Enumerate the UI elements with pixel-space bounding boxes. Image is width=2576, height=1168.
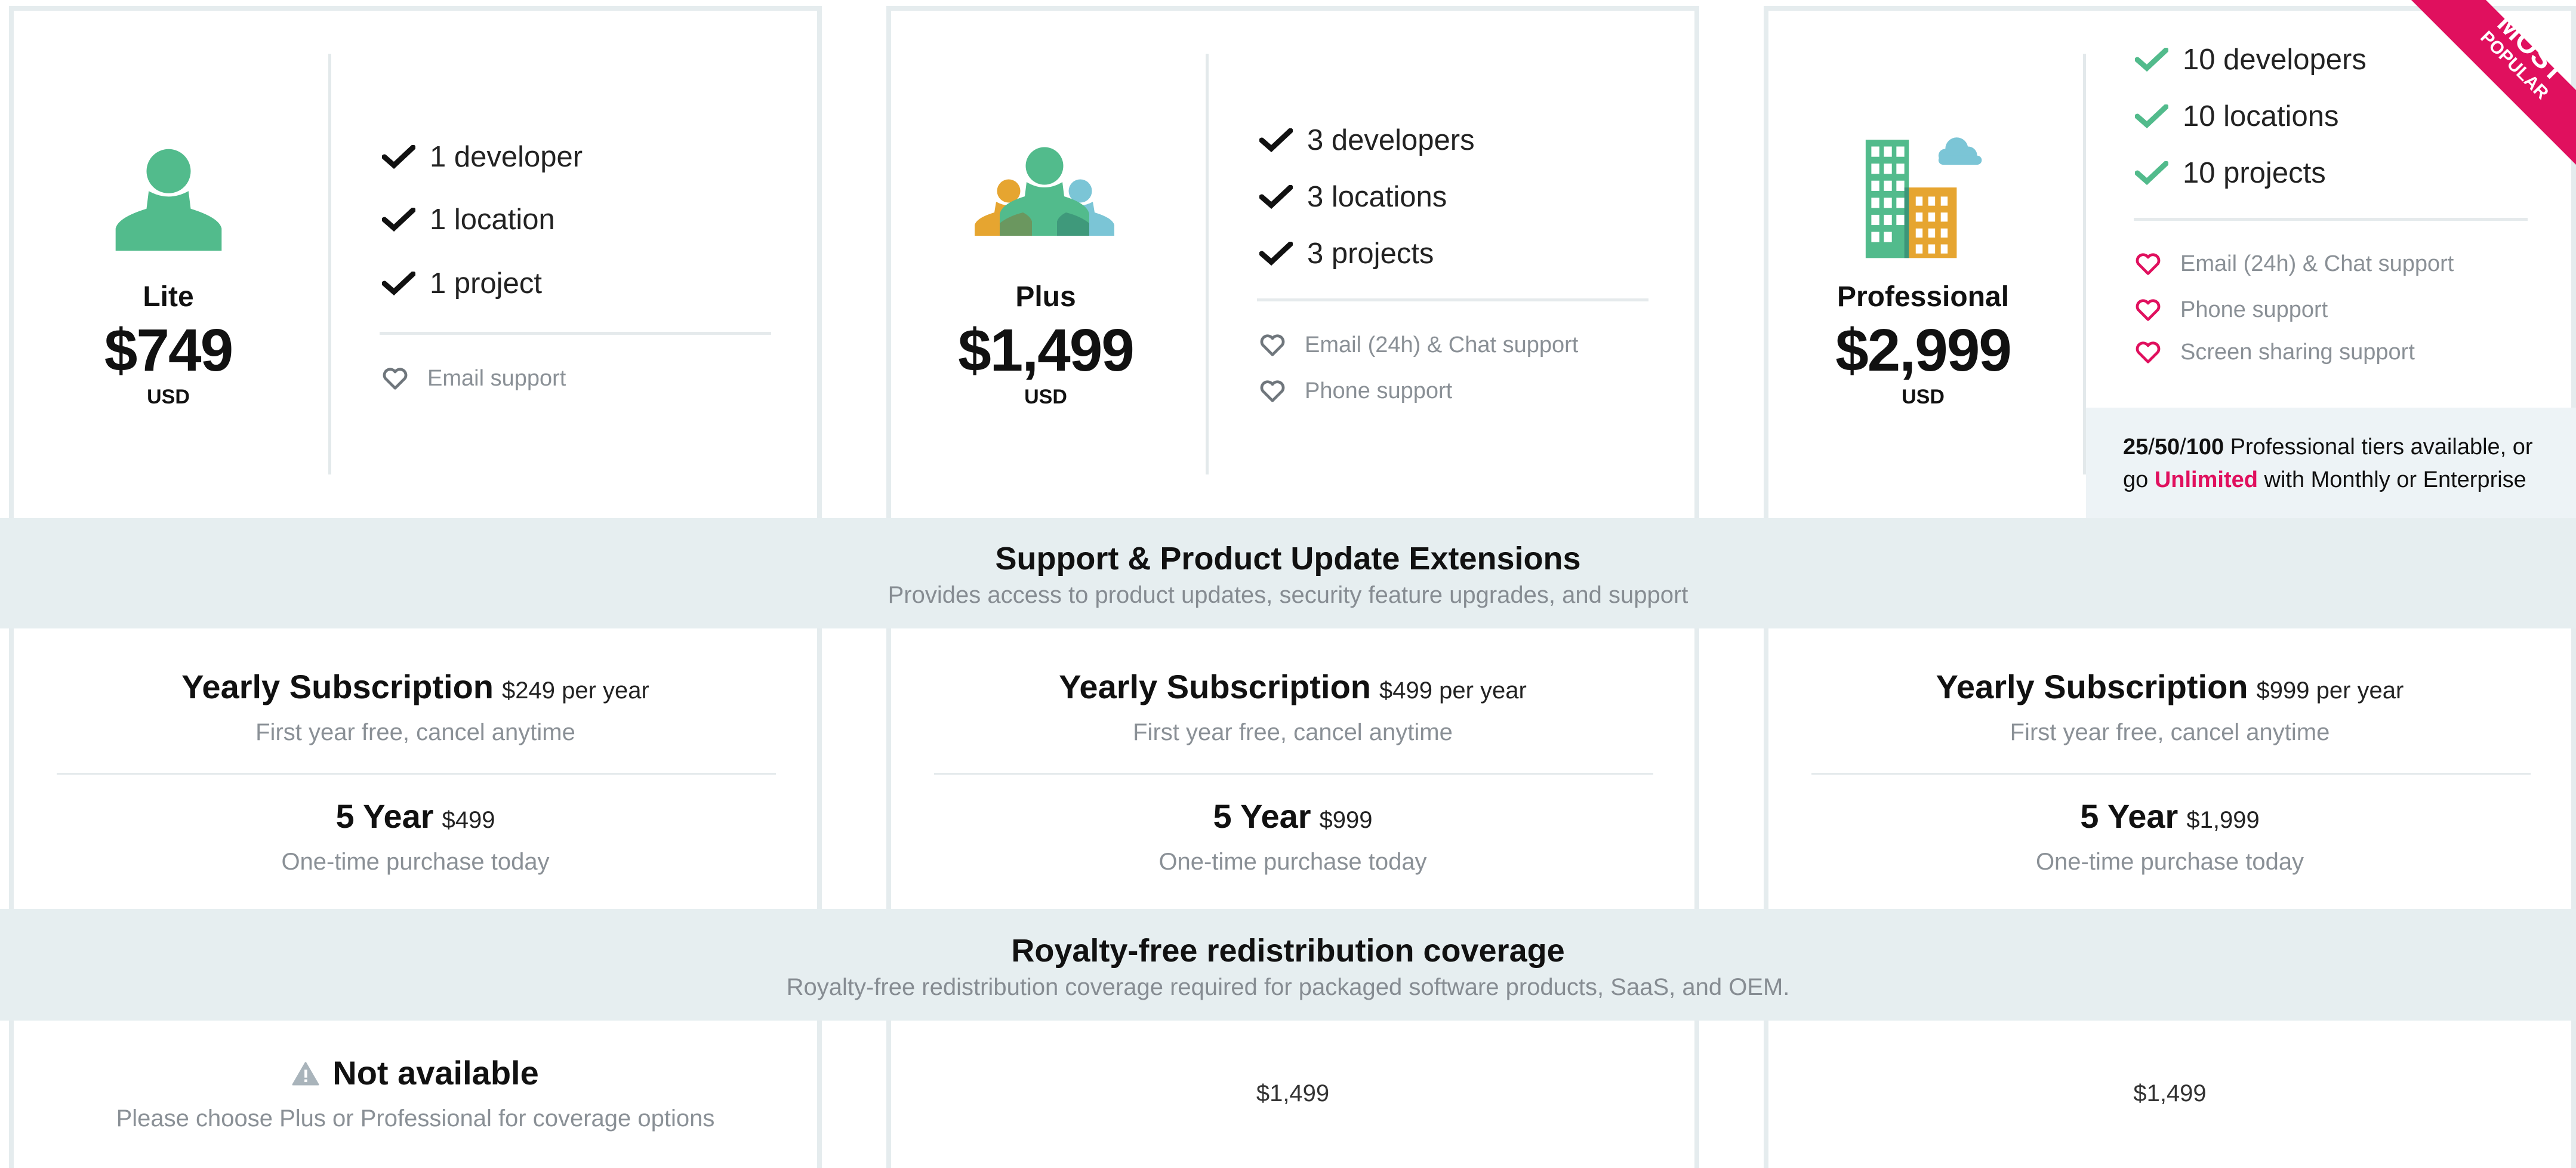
five-year-note: One-time purchase today (281, 849, 550, 875)
yearly-subscription[interactable]: Yearly Subscription $999 per year (1764, 667, 2576, 706)
plan-price: $2,999 (1835, 317, 2012, 384)
five-year-option[interactable]: 5 Year $499 (9, 797, 822, 836)
five-year-note: One-time purchase today (2035, 849, 2304, 875)
checkmark-icon (2135, 48, 2168, 72)
subscription-divider (57, 773, 776, 775)
heart-icon (2136, 253, 2161, 275)
plan-name: Plus (1015, 281, 1076, 313)
yearly-subscription[interactable]: Yearly Subscription $499 per year (886, 667, 1699, 706)
building-cloud-icon (1865, 137, 1982, 258)
plan-price: $749 (104, 317, 233, 384)
warning-icon (292, 1062, 319, 1086)
plan-divider (328, 54, 331, 474)
heart-icon (2136, 299, 2161, 321)
plan-name: Lite (143, 281, 194, 313)
feature-item: 3 projects (1259, 233, 1434, 275)
royalty-band-title: Royalty-free redistribution coverage (1011, 933, 1565, 969)
tiers-note: 25/50/100 Professional tiers available, … (2086, 408, 2576, 518)
plan-price: $1,499 (958, 317, 1135, 384)
heart-icon (1260, 334, 1285, 356)
coverage-status: Not available (9, 1053, 822, 1092)
coverage-card (9, 1021, 822, 1168)
plan-card-lite (9, 6, 822, 518)
checkmark-icon (1259, 242, 1293, 266)
feature-item: 10 locations (2135, 95, 2339, 137)
checkmark-icon (2135, 161, 2168, 185)
support-band-title: Support & Product Update Extensions (995, 541, 1581, 577)
feature-item: 1 project (382, 263, 542, 304)
plan-name: Professional (1837, 281, 2010, 313)
heart-icon (383, 368, 408, 390)
support-item: Phone support (2135, 292, 2328, 328)
heart-icon (1260, 380, 1285, 402)
coverage-note: Please choose Plus or Professional for c… (116, 1105, 715, 1132)
feature-item: 1 developer (382, 136, 583, 178)
feature-item: 3 developers (1259, 119, 1475, 161)
checkmark-icon (2135, 104, 2168, 128)
checkmark-icon (382, 272, 415, 295)
coverage-price[interactable]: $1,499 (886, 1080, 1699, 1107)
yearly-note: First year free, cancel anytime (2010, 719, 2330, 745)
subscription-divider (934, 773, 1653, 775)
plan-currency: USD (1024, 386, 1067, 408)
user-group-icon (975, 147, 1114, 236)
feature-item: 10 developers (2135, 39, 2367, 81)
support-item: Email (24h) & Chat support (2135, 246, 2454, 282)
support-item: Screen sharing support (2135, 334, 2415, 370)
yearly-note: First year free, cancel anytime (1133, 719, 1453, 745)
feature-item: 3 locations (1259, 176, 1447, 218)
five-year-option[interactable]: 5 Year $1,999 (1764, 797, 2576, 836)
plan-currency: USD (1902, 386, 1945, 408)
plan-currency: USD (147, 386, 190, 408)
feature-divider (2134, 218, 2528, 221)
single-user-icon (115, 149, 222, 251)
yearly-subscription[interactable]: Yearly Subscription $249 per year (9, 667, 822, 706)
feature-divider (1257, 298, 1648, 301)
tiers-note-line-2: go Unlimited with Monthly or Enterprise (2123, 467, 2526, 492)
checkmark-icon (1259, 128, 1293, 152)
support-item: Email (24h) & Chat support (1259, 327, 1578, 363)
five-year-note: One-time purchase today (1158, 849, 1427, 875)
yearly-note: First year free, cancel anytime (255, 719, 575, 745)
support-band-subtitle: Provides access to product updates, secu… (888, 582, 1688, 608)
checkmark-icon (1259, 185, 1293, 209)
support-item: Phone support (1259, 373, 1452, 409)
feature-item: 1 location (382, 199, 555, 241)
unlimited-link[interactable]: Unlimited (2155, 467, 2258, 492)
checkmark-icon (382, 145, 415, 169)
tiers-note-line-1: 25/50/100 Professional tiers available, … (2123, 434, 2533, 460)
feature-item: 10 projects (2135, 152, 2326, 194)
coverage-price[interactable]: $1,499 (1764, 1080, 2576, 1107)
checkmark-icon (382, 208, 415, 232)
plan-divider (1206, 54, 1209, 474)
heart-icon (2136, 341, 2161, 363)
feature-divider (380, 332, 771, 335)
support-item: Email support (382, 360, 566, 396)
royalty-band-subtitle: Royalty-free redistribution coverage req… (786, 974, 1790, 1000)
subscription-divider (1811, 773, 2531, 775)
most-popular-ribbon: MOST POPULAR (2411, 0, 2576, 165)
five-year-option[interactable]: 5 Year $999 (886, 797, 1699, 836)
